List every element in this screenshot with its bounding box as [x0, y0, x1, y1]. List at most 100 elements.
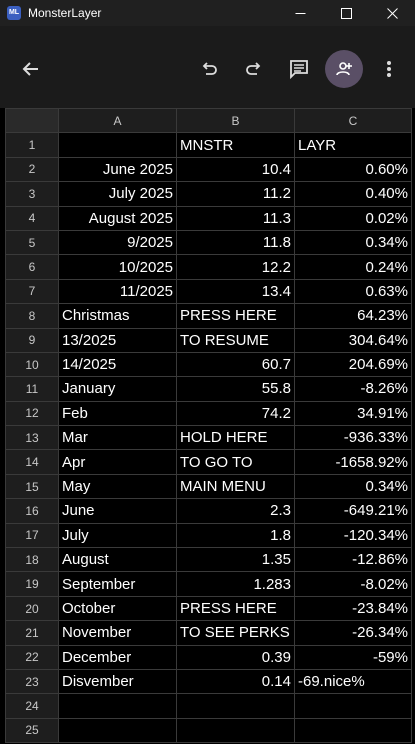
- cell-c[interactable]: 204.69%: [294, 351, 412, 378]
- row-header[interactable]: 22: [5, 644, 59, 670]
- cell-c[interactable]: LAYR: [294, 132, 412, 158]
- row-header[interactable]: 14: [5, 449, 59, 475]
- row-header[interactable]: 21: [5, 620, 59, 646]
- comment-button[interactable]: [281, 51, 317, 87]
- cell-a[interactable]: 13/2025: [58, 327, 177, 353]
- back-button[interactable]: [13, 51, 49, 87]
- column-header-c[interactable]: C: [294, 107, 412, 134]
- cell-c[interactable]: -8.26%: [294, 376, 412, 402]
- cell-b[interactable]: TO GO TO: [176, 449, 295, 475]
- cell-a[interactable]: Disvember: [58, 668, 177, 695]
- row-header[interactable]: 5: [5, 229, 59, 256]
- row-header[interactable]: 13: [5, 425, 59, 451]
- cell-c[interactable]: 0.63%: [294, 278, 412, 305]
- row-header[interactable]: 1: [5, 132, 59, 158]
- row-header[interactable]: 16: [5, 498, 59, 524]
- row-header[interactable]: 24: [5, 693, 59, 719]
- select-all-corner[interactable]: [5, 107, 59, 134]
- cell-b[interactable]: [176, 693, 295, 719]
- row-header[interactable]: 2: [5, 156, 59, 183]
- cell-c[interactable]: 34.91%: [294, 400, 412, 427]
- row-header[interactable]: 20: [5, 595, 59, 622]
- cell-c[interactable]: -936.33%: [294, 425, 412, 451]
- minimize-button[interactable]: [277, 0, 323, 26]
- row-header[interactable]: 23: [5, 668, 59, 695]
- cell-a[interactable]: [58, 693, 177, 719]
- close-button[interactable]: [369, 0, 415, 26]
- cell-a[interactable]: August 2025: [58, 205, 177, 231]
- cell-a[interactable]: Apr: [58, 449, 177, 475]
- cell-a[interactable]: December: [58, 644, 177, 670]
- row-header[interactable]: 25: [5, 717, 59, 744]
- cell-b[interactable]: 55.8: [176, 376, 295, 402]
- row-header[interactable]: 10: [5, 351, 59, 378]
- cell-a[interactable]: [58, 717, 177, 744]
- redo-button[interactable]: [236, 51, 272, 87]
- cell-a[interactable]: [58, 132, 177, 158]
- cell-a[interactable]: May: [58, 473, 177, 500]
- cell-b[interactable]: 13.4: [176, 278, 295, 305]
- cell-a[interactable]: August: [58, 547, 177, 573]
- cell-a[interactable]: June: [58, 498, 177, 524]
- more-options-button[interactable]: [371, 51, 407, 87]
- cell-b[interactable]: TO SEE PERKS: [176, 620, 295, 646]
- cell-a[interactable]: 9/2025: [58, 229, 177, 256]
- cell-a[interactable]: November: [58, 620, 177, 646]
- cell-b[interactable]: TO RESUME: [176, 327, 295, 353]
- cell-a[interactable]: July 2025: [58, 181, 177, 207]
- row-header[interactable]: 17: [5, 522, 59, 549]
- column-header-a[interactable]: A: [58, 107, 177, 134]
- cell-c[interactable]: -649.21%: [294, 498, 412, 524]
- cell-a[interactable]: Christmas: [58, 303, 177, 329]
- cell-b[interactable]: 11.3: [176, 205, 295, 231]
- cell-b[interactable]: 0.14: [176, 668, 295, 695]
- cell-a[interactable]: 14/2025: [58, 351, 177, 378]
- cell-a[interactable]: January: [58, 376, 177, 402]
- cell-b[interactable]: MAIN MENU: [176, 473, 295, 500]
- cell-b[interactable]: PRESS HERE: [176, 595, 295, 622]
- column-header-b[interactable]: B: [176, 107, 295, 134]
- cell-b[interactable]: 12.2: [176, 254, 295, 280]
- cell-c[interactable]: 64.23%: [294, 303, 412, 329]
- cell-c[interactable]: [294, 717, 412, 744]
- row-header[interactable]: 3: [5, 181, 59, 207]
- row-header[interactable]: 12: [5, 400, 59, 427]
- cell-b[interactable]: 60.7: [176, 351, 295, 378]
- cell-a[interactable]: July: [58, 522, 177, 549]
- cell-b[interactable]: 11.2: [176, 181, 295, 207]
- cell-c[interactable]: -120.34%: [294, 522, 412, 549]
- cell-c[interactable]: [294, 693, 412, 719]
- cell-b[interactable]: 1.8: [176, 522, 295, 549]
- cell-c[interactable]: 0.34%: [294, 473, 412, 500]
- cell-b[interactable]: 2.3: [176, 498, 295, 524]
- cell-a[interactable]: September: [58, 571, 177, 597]
- cell-c[interactable]: -23.84%: [294, 595, 412, 622]
- cell-b[interactable]: 0.39: [176, 644, 295, 670]
- cell-a[interactable]: Mar: [58, 425, 177, 451]
- cell-b[interactable]: MNSTR: [176, 132, 295, 158]
- cell-a[interactable]: 11/2025: [58, 278, 177, 305]
- row-header[interactable]: 4: [5, 205, 59, 231]
- cell-c[interactable]: 304.64%: [294, 327, 412, 353]
- row-header[interactable]: 11: [5, 376, 59, 402]
- cell-b[interactable]: 74.2: [176, 400, 295, 427]
- row-header[interactable]: 19: [5, 571, 59, 597]
- row-header[interactable]: 7: [5, 278, 59, 305]
- maximize-button[interactable]: [323, 0, 369, 26]
- cell-b[interactable]: 1.283: [176, 571, 295, 597]
- cell-a[interactable]: October: [58, 595, 177, 622]
- cell-b[interactable]: HOLD HERE: [176, 425, 295, 451]
- row-header[interactable]: 15: [5, 473, 59, 500]
- cell-c[interactable]: -1658.92%: [294, 449, 412, 475]
- cell-a[interactable]: Feb: [58, 400, 177, 427]
- row-header[interactable]: 8: [5, 303, 59, 329]
- cell-a[interactable]: 10/2025: [58, 254, 177, 280]
- cell-c[interactable]: -12.86%: [294, 547, 412, 573]
- cell-b[interactable]: [176, 717, 295, 744]
- share-button[interactable]: [325, 50, 363, 88]
- cell-c[interactable]: 0.60%: [294, 156, 412, 183]
- cell-b[interactable]: PRESS HERE: [176, 303, 295, 329]
- cell-c[interactable]: -69.nice%: [294, 668, 412, 695]
- row-header[interactable]: 6: [5, 254, 59, 280]
- cell-b[interactable]: 10.4: [176, 156, 295, 183]
